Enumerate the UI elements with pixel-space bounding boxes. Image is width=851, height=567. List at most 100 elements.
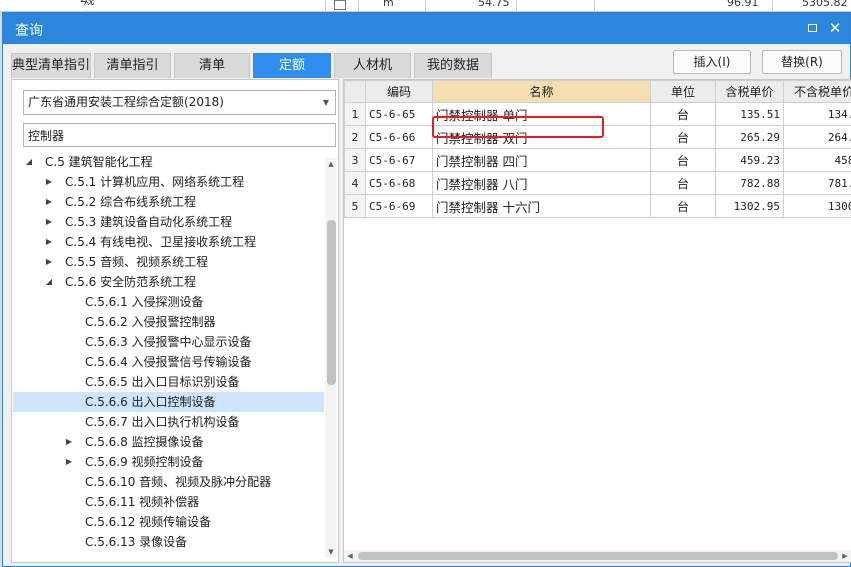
tab-bill-guide[interactable]: 清单指引 [94,53,171,78]
tree-item[interactable]: ◢ C.5 建筑智能化工程 [13,152,324,172]
unit-cell[interactable]: 台 [650,194,716,218]
expand-arrow-icon[interactable]: ▶ [44,212,54,232]
row-number-cell[interactable]: 4 [344,171,366,195]
grid-header-price-without-tax[interactable]: 不含税单价 [783,80,851,103]
expand-arrow-icon[interactable]: ▶ [64,432,74,452]
tree-item[interactable]: ▶ C.5.4 有线电视、卫星接收系统工程 [13,232,324,252]
row-number-cell[interactable]: 2 [344,125,366,149]
tree-item[interactable]: C.5.6.12 视频传输设备 [13,512,324,532]
tree-item[interactable]: ▶ C.5.3 建筑设备自动化系统工程 [13,212,324,232]
price-without-tax-cell[interactable]: 1300. [783,194,851,218]
tab-labor-material-machine[interactable]: 人材机 [334,53,411,78]
table-row[interactable]: 4C5-6-68门禁控制器 八门台782.88781.4 [344,171,851,195]
grid-header-price-with-tax[interactable]: 含税单价 [715,80,784,103]
code-cell[interactable]: C5-6-65 [365,102,433,126]
tree-item[interactable]: ▶ C.5.1 计算机应用、网络系统工程 [13,172,324,192]
price-with-tax-cell[interactable]: 782.88 [715,171,784,195]
tree-item[interactable]: ▶ C.5.6.9 视频控制设备 [13,452,324,472]
unit-cell[interactable]: 台 [650,171,716,195]
expand-arrow-icon[interactable]: ▶ [44,192,54,212]
bg-sep [425,0,426,11]
quota-library-select[interactable]: 广东省通用安装工程综合定额(2018) ▼ [23,90,336,115]
unit-cell[interactable]: 台 [650,148,716,172]
tree-item[interactable]: ▶ C.5.6.8 监控摄像设备 [13,432,324,452]
expand-arrow-icon[interactable]: ▶ [64,452,74,472]
scroll-up-icon[interactable]: ▲ [325,158,337,170]
unit-cell[interactable]: 台 [650,102,716,126]
tree-item[interactable]: C.5.6.4 入侵报警信号传输设备 [13,352,324,372]
table-row[interactable]: 1C5-6-65门禁控制器 单门台135.51134.5 [344,102,851,126]
code-cell[interactable]: C5-6-66 [365,125,433,149]
tree-item[interactable]: ▶ C.5.2 综合布线系统工程 [13,192,324,212]
price-without-tax-cell[interactable]: 134.5 [783,102,851,126]
minimize-icon[interactable] [804,19,822,37]
unit-cell[interactable]: 台 [650,125,716,149]
tab-typical-bill-guide[interactable]: 典型清单指引 [11,53,91,78]
collapse-arrow-icon[interactable]: ◢ [44,272,54,292]
row-number-cell[interactable]: 3 [344,148,366,172]
name-cell[interactable]: 门禁控制器 单门 [432,102,651,126]
dialog-titlebar[interactable]: 查询 ✕ [3,13,850,44]
tree-item[interactable]: C.5.6.10 音频、视频及脉冲分配器 [13,472,324,492]
tree-item[interactable]: C.5.6.6 出入口控制设备 [13,392,324,412]
bg-row-unit: m [383,0,394,9]
tree-item[interactable]: C.5.6.5 出入口目标识别设备 [13,372,324,392]
row-number-cell[interactable]: 1 [344,102,366,126]
table-row[interactable]: 2C5-6-66门禁控制器 双门台265.29264.4 [344,125,851,149]
tree-item-label: C.5.6.13 录像设备 [85,535,188,549]
grid-horizontal-scrollbar[interactable]: ◀ ▶ [344,550,851,562]
tree-vertical-scrollbar[interactable]: ▲ ▼ [325,158,337,558]
tab-my-data[interactable]: 我的数据 [414,53,492,78]
tree-item[interactable]: C.5.6.3 入侵报警中心显示设备 [13,332,324,352]
name-cell[interactable]: 门禁控制器 四门 [432,148,651,172]
tab-bill[interactable]: 清单 [174,53,250,78]
scroll-down-icon[interactable]: ▼ [325,546,337,558]
price-without-tax-cell[interactable]: 781.4 [783,171,851,195]
table-row[interactable]: 5C5-6-69门禁控制器 十六门台1302.951300. [344,194,851,218]
name-cell[interactable]: 门禁控制器 十六门 [432,194,651,218]
code-cell[interactable]: C5-6-69 [365,194,433,218]
tree-item-label: C.5.6.2 入侵报警控制器 [85,315,216,329]
name-cell[interactable]: 门禁控制器 双门 [432,125,651,149]
price-with-tax-cell[interactable]: 265.29 [715,125,784,149]
tree-item[interactable]: C.5.6.13 录像设备 [13,532,324,552]
expand-arrow-icon[interactable]: ▶ [44,172,54,192]
price-with-tax-cell[interactable]: 459.23 [715,148,784,172]
dropdown-arrow-icon[interactable]: ▼ [323,91,329,114]
grid-header-code[interactable]: 编码 [365,80,433,103]
bg-sep [594,0,595,11]
scroll-left-icon[interactable]: ◀ [344,550,356,562]
close-icon[interactable]: ✕ [826,19,844,37]
collapse-arrow-icon[interactable]: ◢ [24,152,34,172]
price-without-tax-cell[interactable]: 264.4 [783,125,851,149]
expand-arrow-icon[interactable]: ▶ [44,252,54,272]
tree-item[interactable]: C.5.6.1 入侵探测设备 [13,292,324,312]
tree-item-label: C.5.6.6 出入口控制设备 [85,395,216,409]
scroll-thumb[interactable] [327,220,336,385]
name-cell[interactable]: 门禁控制器 八门 [432,171,651,195]
scroll-right-icon[interactable]: ▶ [839,550,851,562]
table-row[interactable]: 3C5-6-67门禁控制器 四门台459.23458. [344,148,851,172]
bg-row-qty: 54.75 [478,0,510,9]
tree-item[interactable]: C.5.6.11 视频补偿器 [13,492,324,512]
filter-input[interactable] [23,123,336,147]
scroll-thumb[interactable] [358,552,838,560]
tree-item[interactable]: ▶ C.5.5 音频、视频系统工程 [13,252,324,272]
tab-quota[interactable]: 定额 [253,53,331,78]
panel-resize-handle[interactable] [569,562,617,563]
price-with-tax-cell[interactable]: 135.51 [715,102,784,126]
code-cell[interactable]: C5-6-68 [365,171,433,195]
tree-item[interactable]: C.5.6.7 出入口执行机构设备 [13,412,324,432]
row-number-cell[interactable]: 5 [344,194,366,218]
insert-button[interactable]: 插入(I) [673,50,751,74]
price-without-tax-cell[interactable]: 458. [783,148,851,172]
grid-header-unit[interactable]: 单位 [650,80,716,103]
tree-item-label: C.5.6.9 视频控制设备 [85,455,204,469]
code-cell[interactable]: C5-6-67 [365,148,433,172]
price-with-tax-cell[interactable]: 1302.95 [715,194,784,218]
expand-arrow-icon[interactable]: ▶ [44,232,54,252]
grid-header-name[interactable]: 名称 [432,80,651,103]
replace-button[interactable]: 替换(R) [762,50,842,74]
tree-item[interactable]: C.5.6.2 入侵报警控制器 [13,312,324,332]
tree-item[interactable]: ◢ C.5.6 安全防范系统工程 [13,272,324,292]
